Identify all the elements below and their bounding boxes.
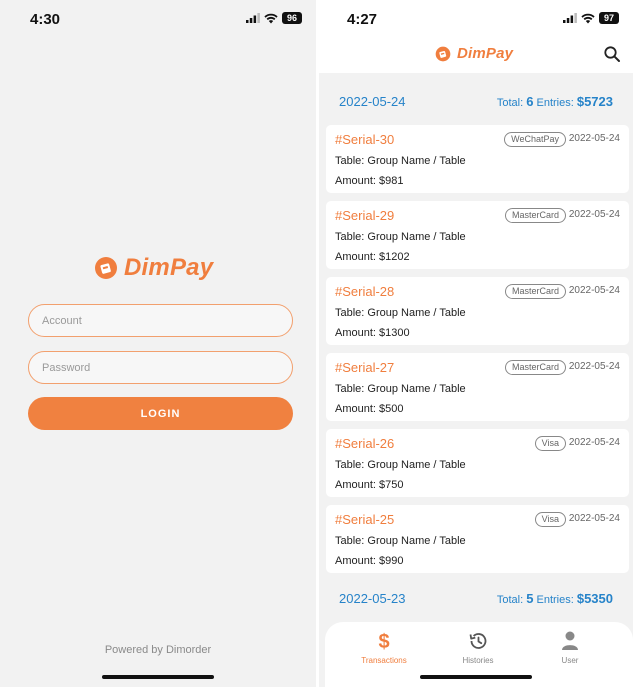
- tab-transactions[interactable]: $ Transactions: [344, 630, 424, 665]
- transaction-date: 2022-05-24: [568, 513, 620, 524]
- transaction-card[interactable]: #Serial-28 MasterCard 2022-05-24 Table: …: [326, 277, 629, 345]
- table-info: Table: Group Name / Table: [335, 459, 466, 471]
- amount-info: Amount: $500: [335, 403, 404, 415]
- payment-method-badge: MasterCard: [504, 208, 566, 223]
- transaction-card[interactable]: #Serial-27 MasterCard 2022-05-24 Table: …: [326, 353, 629, 421]
- brand-name: DimPay: [457, 45, 514, 62]
- wallet-logo-icon: [95, 257, 117, 279]
- entries-label: Entries:: [536, 97, 574, 109]
- battery-icon: 97: [599, 12, 619, 24]
- tab-label: Histories: [462, 656, 494, 665]
- dimpay-logo: DimPay: [435, 45, 513, 62]
- payment-method-badge: MasterCard: [504, 360, 566, 375]
- transaction-date: 2022-05-24: [568, 437, 620, 448]
- status-bar: 4:30 96: [0, 0, 316, 40]
- home-indicator: [420, 675, 532, 679]
- status-icons: 97: [563, 12, 619, 24]
- password-input[interactable]: [28, 351, 293, 384]
- tab-label: Transactions: [361, 656, 407, 665]
- group-date: 2022-05-24: [339, 94, 406, 109]
- dimpay-logo: DimPay: [94, 254, 213, 282]
- amount-info: Amount: $990: [335, 555, 404, 567]
- serial-number: #Serial-27: [335, 360, 395, 375]
- search-icon: [604, 46, 620, 62]
- entry-count: 6: [526, 94, 534, 109]
- amount-info: Amount: $1202: [335, 251, 410, 263]
- dollar-icon: $: [378, 631, 389, 652]
- serial-number: #Serial-26: [335, 436, 395, 451]
- transaction-date: 2022-05-24: [568, 361, 620, 372]
- transaction-date: 2022-05-24: [568, 133, 620, 144]
- table-info: Table: Group Name / Table: [335, 307, 466, 319]
- history-icon: [469, 633, 487, 649]
- transactions-screen: 4:27 97 DimPay 2022-05-24 Total: 6 Entri…: [319, 0, 633, 687]
- home-indicator: [102, 675, 214, 679]
- payment-method-badge: WeChatPay: [504, 132, 566, 147]
- tab-label: User: [561, 656, 579, 665]
- table-info: Table: Group Name / Table: [335, 155, 466, 167]
- serial-number: #Serial-28: [335, 284, 395, 299]
- signal-icon: [246, 13, 260, 23]
- wifi-icon: [581, 13, 595, 23]
- total-amount: $5350: [576, 591, 613, 606]
- total-amount: $5723: [576, 94, 613, 109]
- amount-info: Amount: $981: [335, 175, 404, 187]
- date-group-header: 2022-05-23 Total: 5 Entries: $5350: [319, 588, 633, 610]
- svg-text:$: $: [378, 631, 389, 652]
- search-button[interactable]: [603, 45, 621, 63]
- login-screen: 4:30 96 DimPay LOGIN Powered by Dimorder: [0, 0, 316, 687]
- login-button[interactable]: LOGIN: [28, 397, 293, 430]
- signal-icon: [563, 13, 577, 23]
- transaction-card[interactable]: #Serial-25 Visa 2022-05-24 Table: Group …: [326, 505, 629, 573]
- powered-by-text: Powered by Dimorder: [104, 644, 212, 656]
- transaction-date: 2022-05-24: [568, 209, 620, 220]
- table-info: Table: Group Name / Table: [335, 383, 466, 395]
- serial-number: #Serial-29: [335, 208, 395, 223]
- payment-method-badge: Visa: [534, 436, 566, 451]
- wifi-icon: [264, 13, 278, 23]
- wallet-logo-icon: [435, 46, 451, 61]
- entry-count: 5: [526, 591, 534, 606]
- amount-info: Amount: $1300: [335, 327, 410, 339]
- total-label: Total:: [496, 594, 524, 606]
- entries-label: Entries:: [536, 594, 574, 606]
- payment-method-badge: Visa: [534, 512, 566, 527]
- brand-name: DimPay: [124, 254, 214, 281]
- user-icon: [562, 631, 578, 650]
- account-input[interactable]: [28, 304, 293, 337]
- table-info: Table: Group Name / Table: [335, 231, 466, 243]
- status-bar: 4:27 97: [319, 0, 633, 40]
- payment-method-badge: MasterCard: [504, 284, 566, 299]
- transaction-card[interactable]: #Serial-30 WeChatPay 2022-05-24 Table: G…: [326, 125, 629, 193]
- serial-number: #Serial-25: [335, 512, 395, 527]
- tab-user[interactable]: User: [530, 630, 610, 665]
- date-group-header: 2022-05-24 Total: 6 Entries: $5723: [319, 91, 633, 113]
- status-time: 4:27: [347, 11, 378, 28]
- table-info: Table: Group Name / Table: [335, 535, 466, 547]
- serial-number: #Serial-30: [335, 132, 395, 147]
- group-total: Total: 6 Entries: $5723: [497, 94, 613, 109]
- transaction-card[interactable]: #Serial-26 Visa 2022-05-24 Table: Group …: [326, 429, 629, 497]
- status-time: 4:30: [30, 11, 61, 28]
- transaction-date: 2022-05-24: [568, 285, 620, 296]
- amount-info: Amount: $750: [335, 479, 404, 491]
- tab-histories[interactable]: Histories: [438, 630, 518, 665]
- total-label: Total:: [496, 97, 524, 109]
- app-header: 4:27 97 DimPay: [319, 0, 633, 73]
- transaction-card[interactable]: #Serial-29 MasterCard 2022-05-24 Table: …: [326, 201, 629, 269]
- status-icons: 96: [246, 12, 302, 24]
- group-total: Total: 5 Entries: $5350: [497, 591, 613, 606]
- battery-icon: 96: [282, 12, 302, 24]
- group-date: 2022-05-23: [339, 591, 406, 606]
